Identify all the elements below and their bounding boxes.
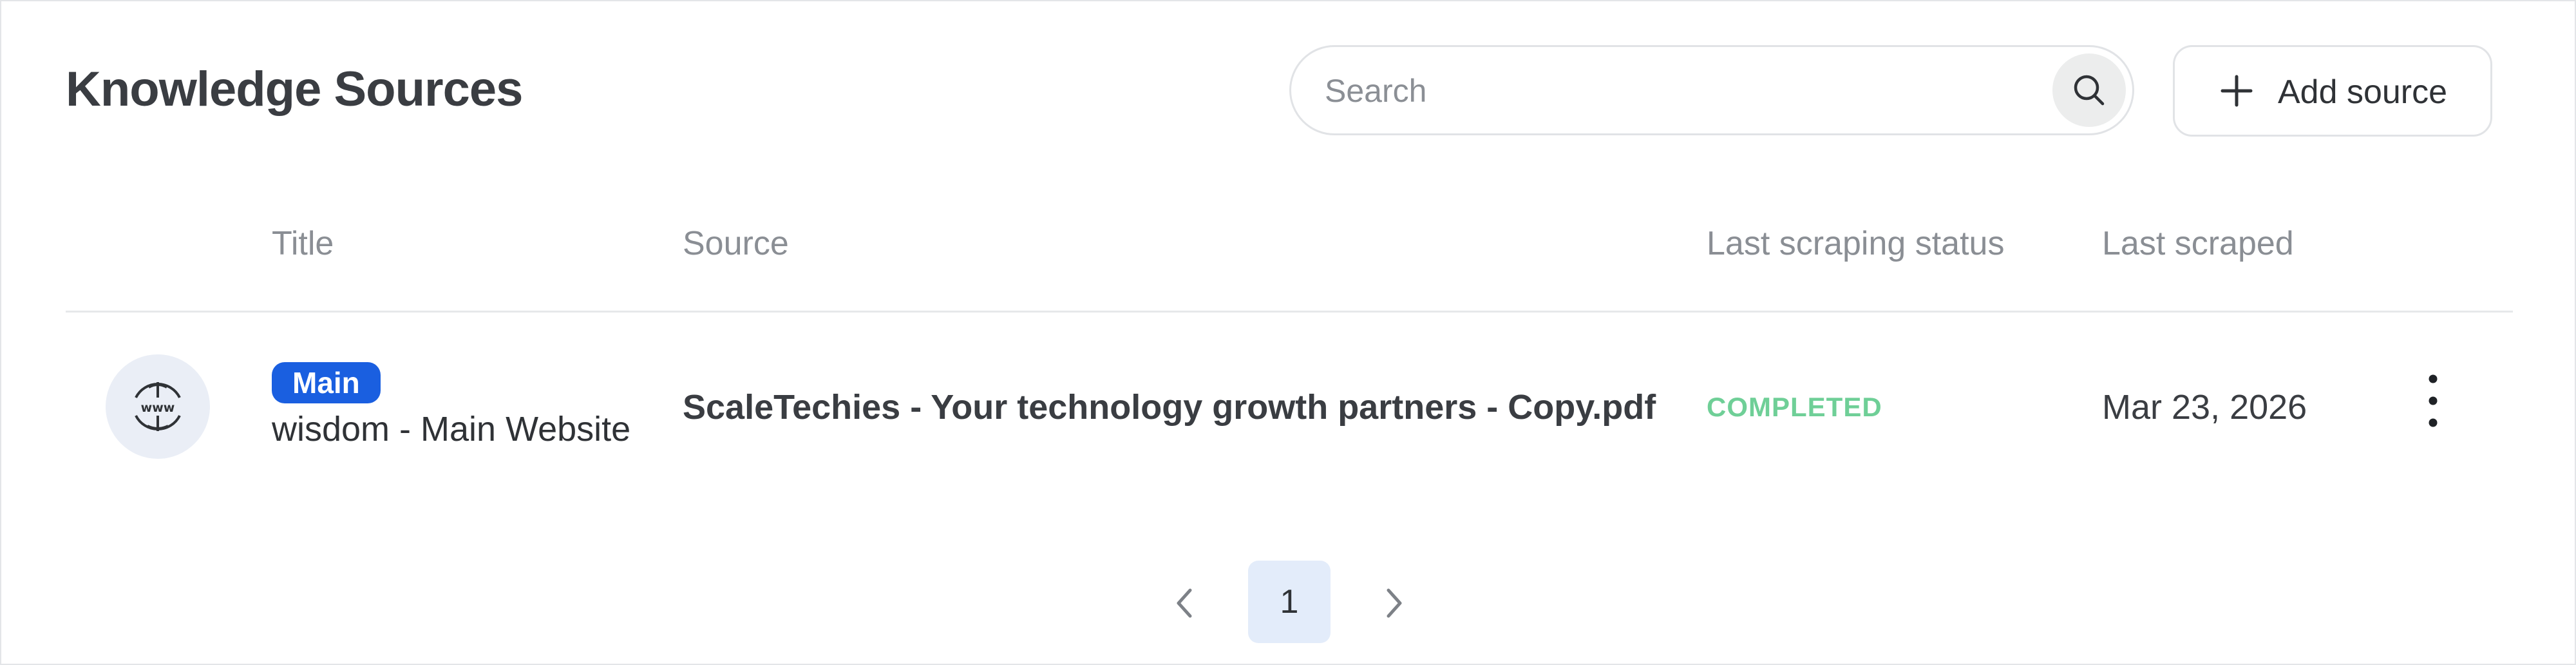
column-header-status: Last scraping status (1707, 225, 2005, 262)
search-button[interactable] (2052, 53, 2126, 127)
source-type-avatar: www (106, 354, 210, 459)
chevron-right-icon (1387, 588, 1402, 618)
pagination-page-1[interactable]: 1 (1248, 561, 1331, 643)
pagination-prev-button[interactable] (1160, 577, 1212, 629)
row-source[interactable]: ScaleTechies - Your technology growth pa… (683, 387, 1656, 428)
search-box[interactable] (1289, 45, 2134, 135)
knowledge-sources-panel: Knowledge Sources Add source Title Sourc… (0, 0, 2576, 665)
row-title: wisdom - Main Website (272, 410, 631, 448)
status-badge: COMPLETED (1707, 392, 1882, 422)
column-header-source: Source (683, 225, 789, 262)
add-source-button[interactable]: Add source (2173, 45, 2492, 137)
more-vertical-icon (2429, 374, 2438, 427)
row-menu-button[interactable] (2410, 370, 2456, 434)
add-source-label: Add source (2278, 73, 2448, 111)
search-input[interactable] (1325, 66, 2020, 115)
chevron-left-icon (1177, 588, 1192, 618)
column-header-title: Title (272, 225, 334, 262)
search-icon (2074, 75, 2105, 106)
header-divider (66, 311, 2513, 313)
svg-text:www: www (141, 401, 175, 415)
globe-www-icon: www (135, 382, 181, 431)
main-badge: Main (272, 362, 381, 403)
row-last-scraped: Mar 23, 2026 (2102, 388, 2307, 427)
pagination-next-button[interactable] (1367, 577, 1418, 629)
page-title: Knowledge Sources (66, 62, 523, 117)
plus-icon (2221, 75, 2253, 107)
column-header-last-scraped: Last scraped (2102, 225, 2294, 262)
